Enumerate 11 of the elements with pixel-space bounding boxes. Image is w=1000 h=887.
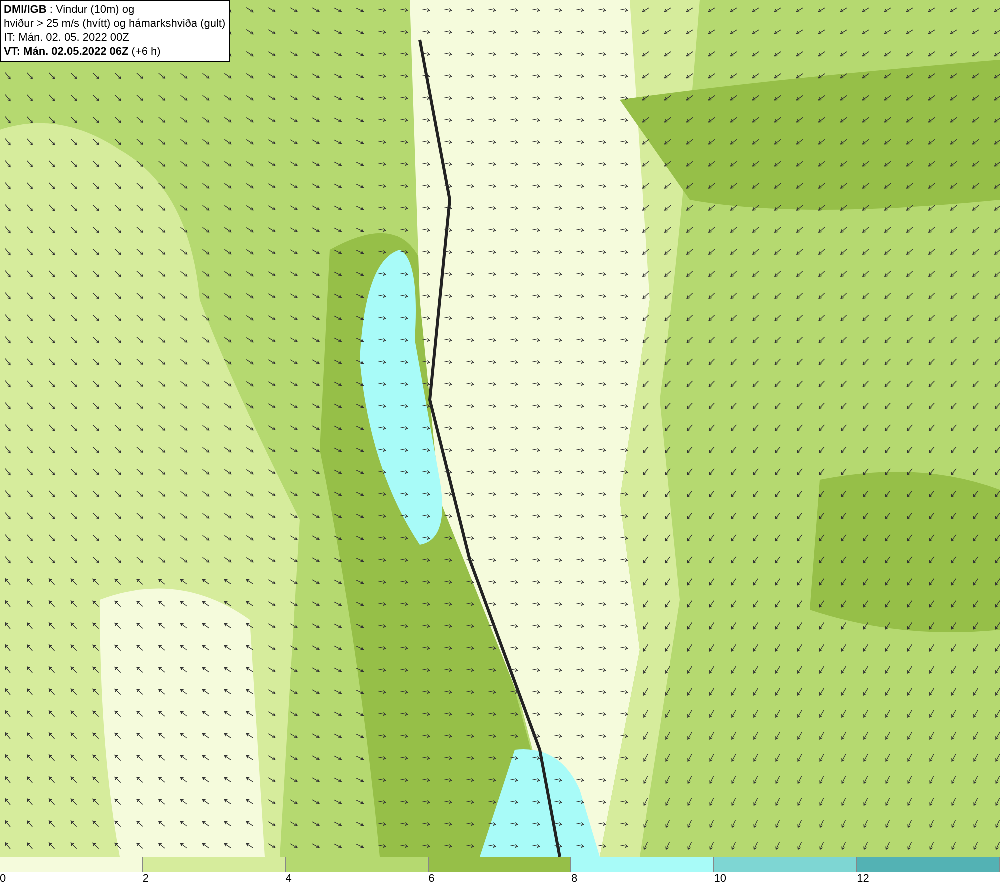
legend-label: 12 (857, 872, 870, 886)
legend-label: 10 (714, 872, 727, 886)
title-line: VT: Mán. 02.05.2022 06Z (+6 h) (4, 45, 162, 59)
title-line: hviður > 25 m/s (hvítt) og hámarkshviða (gult) (4, 17, 226, 31)
legend-label: 0 (0, 872, 6, 886)
legend-label: 8 (571, 872, 578, 886)
legend-label: 2 (142, 872, 149, 886)
legend-label: 4 (286, 872, 292, 886)
title-line: IT: Mán. 02. 05. 2022 00Z (4, 31, 130, 45)
legend-label: 6 (428, 872, 435, 886)
title-line: DMI/IGB : Vindur (10m) og (4, 3, 136, 17)
